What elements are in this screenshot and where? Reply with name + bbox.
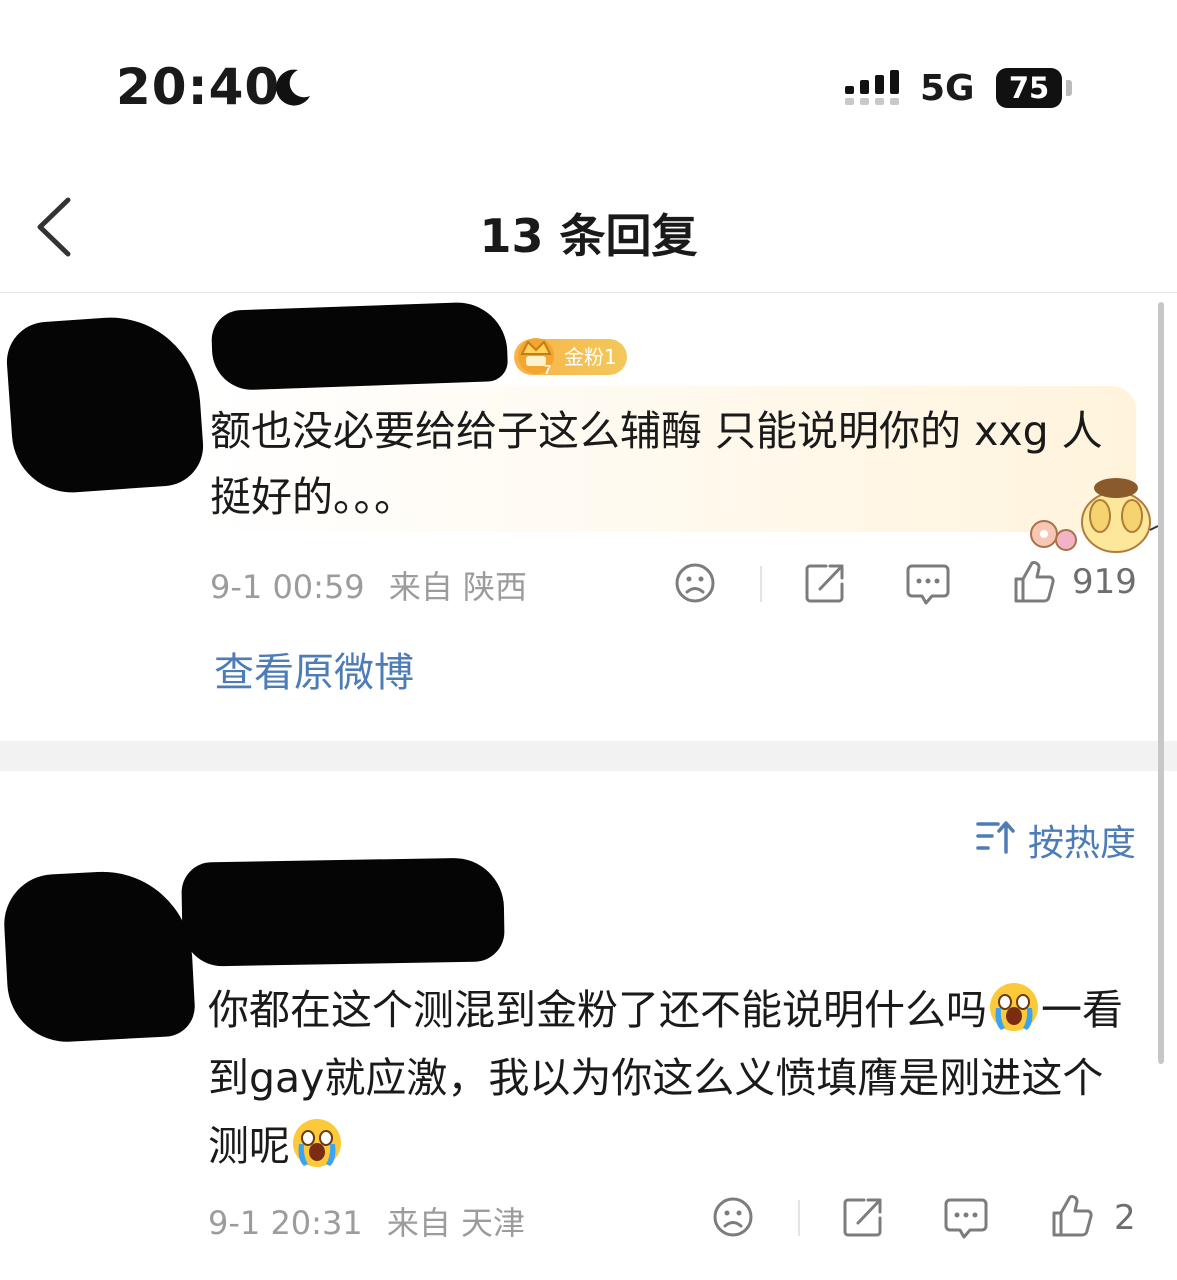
reply-location: 来自 天津 [386,1204,526,1242]
redacted-avatar [4,311,206,497]
like-count: 919 [1072,562,1137,602]
share-icon[interactable] [842,1196,884,1238]
comment-icon[interactable] [944,1196,988,1240]
section-separator [0,741,1177,771]
like-icon[interactable] [1050,1194,1094,1238]
sort-by-hot-button[interactable]: 按热度 [1028,814,1136,866]
redacted-avatar [1,867,197,1045]
bottom-fade-overlay [0,1240,1177,1280]
reply-text: 你都在这个测混到金粉了还不能说明什么吗 一看到gay就应激，我以为你这么义愤填膺… [208,976,1138,1180]
reply-text-part1: 你都在这个测混到金粉了还不能说明什么吗 [208,986,987,1034]
redacted-username [210,300,509,392]
comment-icon[interactable] [906,562,950,606]
battery-indicator: 75 [996,68,1062,108]
share-icon[interactable] [804,562,846,604]
action-divider [798,1200,800,1236]
view-original-post-link[interactable]: 查看原微博 [214,640,414,698]
comment-meta: 9-1 00:59 来自 陕西 [210,562,527,608]
page-title: 13 条回复 [479,209,698,263]
moon-icon [276,69,310,106]
scrollbar[interactable] [1158,302,1164,1064]
action-divider [760,566,762,602]
comment-time: 9-1 00:59 [210,568,365,606]
redacted-username [181,857,505,967]
crying-emoji-icon [293,1119,341,1167]
comment-location: 来自 陕西 [388,568,528,606]
status-time: 20:40 [116,58,281,116]
crown-icon: 7 [518,338,554,377]
signal-icon [845,70,899,105]
like-icon[interactable] [1012,560,1056,604]
battery-cap [1066,80,1072,96]
dislike-icon[interactable] [674,562,716,604]
sort-icon[interactable] [976,818,1016,856]
reply-time: 9-1 20:31 [208,1204,363,1242]
crying-emoji-icon [990,983,1038,1031]
nav-divider [0,292,1177,293]
dislike-icon[interactable] [712,1196,754,1238]
network-type: 5G [920,68,975,109]
like-count: 2 [1114,1198,1136,1238]
pompompurin-sticker [1030,478,1159,553]
comment-text: 额也没必要给给子这么辅酶 只能说明你的 xxg 人挺好的。。。 [210,407,1103,521]
svg-text:7: 7 [544,362,551,377]
reply-meta: 9-1 20:31 来自 天津 [208,1198,525,1244]
